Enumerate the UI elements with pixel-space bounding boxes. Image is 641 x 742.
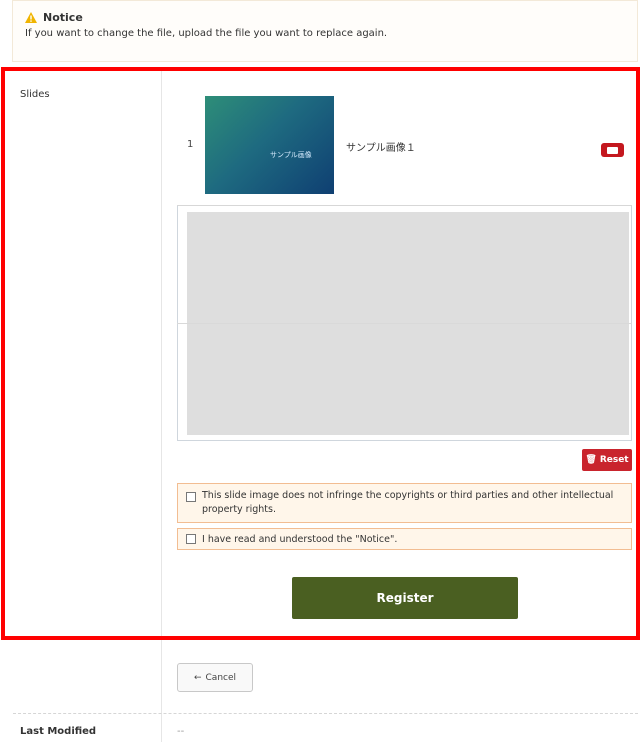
notice-text: If you want to change the file, upload t… xyxy=(25,28,388,39)
notice-box: Notice If you want to change the file, u… xyxy=(12,0,638,62)
warning-icon xyxy=(25,12,37,23)
section-divider xyxy=(13,713,638,714)
highlight-frame xyxy=(1,67,640,640)
notice-title: Notice xyxy=(43,11,83,24)
last-modified-label: Last Modified xyxy=(20,726,97,737)
last-modified-value: -- xyxy=(177,726,185,737)
cancel-button[interactable]: ← Cancel xyxy=(177,663,253,692)
cancel-label: Cancel xyxy=(205,672,237,683)
arrow-left-icon: ← xyxy=(193,672,202,683)
notice-header: Notice xyxy=(25,11,625,24)
